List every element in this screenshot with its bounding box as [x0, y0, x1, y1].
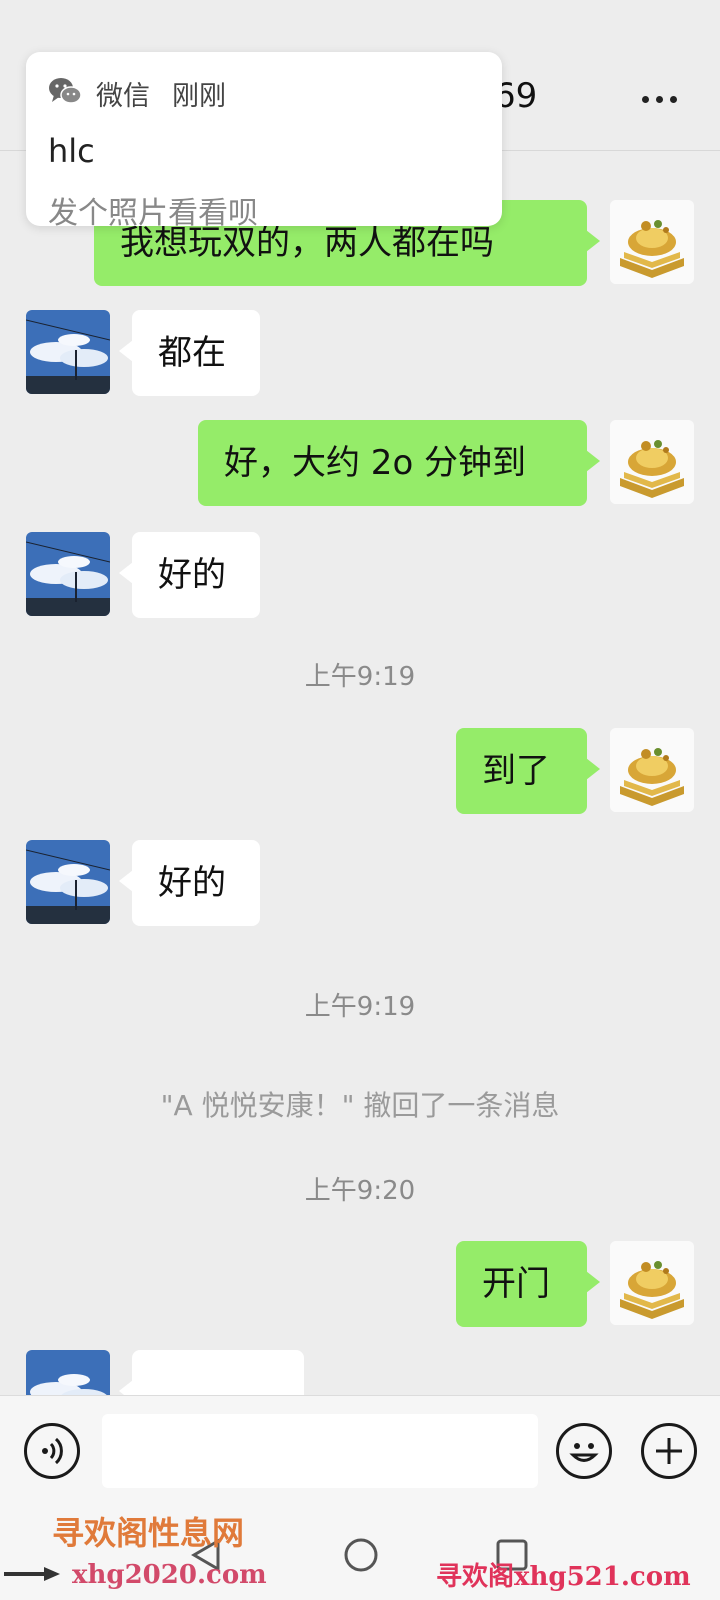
self-avatar[interactable]: [610, 1241, 694, 1325]
received-message-bubble[interactable]: [119, 1350, 304, 1395]
notification-time: 刚刚: [172, 81, 226, 112]
smiley-icon[interactable]: [556, 1423, 612, 1479]
self-avatar[interactable]: [610, 728, 694, 812]
message-timestamp: 上午9:20: [304, 1176, 416, 1206]
notification-app-name: 微信: [96, 81, 150, 112]
message-timestamp: 上午9:19: [304, 992, 416, 1022]
voice-wave-icon[interactable]: [24, 1423, 80, 1479]
self-avatar[interactable]: [610, 420, 694, 504]
contact-avatar[interactable]: [26, 840, 110, 924]
chat-message-list[interactable]: 我想玩双的，两人都在吗 都在 好，大约 2o 分钟到 好的 上午9:19 到了 …: [0, 150, 720, 1395]
wechat-logo-icon: [49, 78, 82, 104]
sent-message-bubble[interactable]: 开门: [456, 1241, 600, 1327]
contact-avatar[interactable]: [26, 1350, 110, 1395]
notification-banner[interactable]: 微信 刚刚 hlc 发个照片看看呗: [26, 52, 502, 226]
message-input-bar: [0, 1395, 720, 1506]
arrow-watermark-icon: [4, 1566, 60, 1581]
received-message-bubble[interactable]: 都在: [119, 310, 260, 396]
self-avatar[interactable]: [610, 200, 694, 284]
message-timestamp: 上午9:19: [304, 662, 416, 692]
message-text-input[interactable]: [102, 1414, 538, 1488]
notification-message: 发个照片看看呗: [48, 196, 258, 226]
more-dots-icon[interactable]: [638, 80, 682, 120]
sent-message-bubble[interactable]: 好，大约 2o 分钟到: [198, 420, 600, 506]
watermark-bottom-right: 寻欢阁xhg521.com: [436, 1562, 691, 1592]
contact-avatar[interactable]: [26, 310, 110, 394]
watermark-top-left: 寻欢阁性息网: [52, 1514, 245, 1552]
received-message-bubble[interactable]: 好的: [119, 840, 260, 926]
circle-home-icon[interactable]: [342, 1536, 380, 1574]
contact-avatar[interactable]: [26, 532, 110, 616]
notification-sender: hlc: [48, 132, 95, 170]
plus-icon[interactable]: [641, 1423, 697, 1479]
watermark-bottom-left: xhg2020.com: [72, 1560, 267, 1590]
sent-message-bubble[interactable]: 到了: [456, 728, 600, 814]
recall-notice: "A 悦悦安康！" 撤回了一条消息: [160, 1089, 560, 1122]
received-message-bubble[interactable]: 好的: [119, 532, 260, 618]
